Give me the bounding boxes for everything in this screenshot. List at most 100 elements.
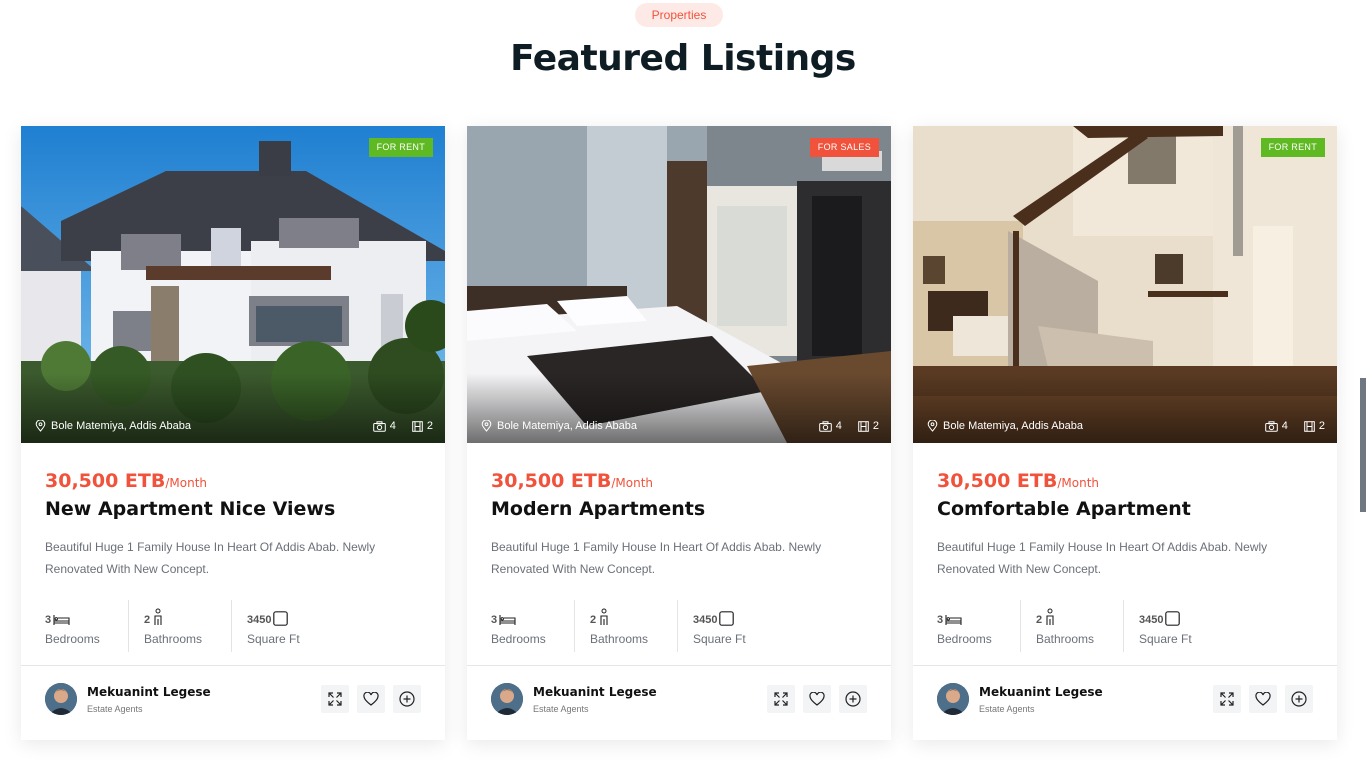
area-value: 3450 <box>693 614 718 626</box>
bathrooms-stat: 2 Bathrooms <box>144 600 232 652</box>
expand-button[interactable] <box>767 685 795 713</box>
add-button[interactable] <box>393 685 421 713</box>
favorite-button[interactable] <box>1249 685 1277 713</box>
bedrooms-stat: 3 Bedrooms <box>937 600 1021 652</box>
person-icon <box>1046 608 1054 625</box>
film-icon[interactable] <box>412 420 423 432</box>
area-value: 3450 <box>1139 614 1164 626</box>
avatar[interactable] <box>45 683 77 715</box>
card-actions <box>767 685 867 713</box>
price-period: /Month <box>611 476 654 490</box>
photo-count: 4 <box>389 420 396 432</box>
area-label: Square Ft <box>1139 632 1192 646</box>
listing-title[interactable]: Comfortable Apartment <box>937 498 1191 520</box>
agent-name[interactable]: Mekuanint Legese <box>87 685 211 699</box>
bedrooms-count: 3 <box>45 614 52 626</box>
status-badge: FOR RENT <box>368 138 433 157</box>
expand-button[interactable] <box>321 685 349 713</box>
price-amount: 30,500 ETB <box>491 470 612 492</box>
add-button[interactable] <box>839 685 867 713</box>
property-card[interactable]: FOR RENT Bole Matemiya, Addis Ababa 4 2 … <box>21 126 445 740</box>
section-title: Featured Listings <box>510 38 856 79</box>
area-label: Square Ft <box>247 632 300 646</box>
location-text: Bole Matemiya, Addis Ababa <box>51 420 192 432</box>
location-text: Bole Matemiya, Addis Ababa <box>497 420 638 432</box>
bathrooms-stat: 2 Bathrooms <box>1036 600 1124 652</box>
agent-info[interactable]: Mekuanint Legese Estate Agents <box>937 683 1103 715</box>
photo-count: 4 <box>1281 420 1288 432</box>
film-icon[interactable] <box>1304 420 1315 432</box>
area-value: 3450 <box>247 614 272 626</box>
heart-icon <box>1255 692 1271 706</box>
price-period: /Month <box>1057 476 1100 490</box>
media-counts: 4 2 <box>818 420 879 432</box>
media-counts: 4 2 <box>1264 420 1325 432</box>
person-icon <box>154 608 162 625</box>
price-amount: 30,500 ETB <box>937 470 1058 492</box>
agent-name[interactable]: Mekuanint Legese <box>979 685 1103 699</box>
listing-description: Beautiful Huge 1 Family House In Heart O… <box>937 540 1268 576</box>
bathrooms-label: Bathrooms <box>590 632 649 646</box>
area-stat: 3450 Square Ft <box>247 600 337 652</box>
card-divider <box>913 665 1337 666</box>
add-button[interactable] <box>1285 685 1313 713</box>
map-pin-icon <box>927 420 938 432</box>
bedrooms-stat: 3 Bedrooms <box>491 600 575 652</box>
price-period: /Month <box>165 476 208 490</box>
bedrooms-count: 3 <box>491 614 498 626</box>
plus-circle-icon <box>1291 691 1307 707</box>
expand-icon <box>774 692 788 706</box>
camera-icon[interactable] <box>1264 420 1278 432</box>
location: Bole Matemiya, Addis Ababa <box>35 420 191 432</box>
bedrooms-label: Bedrooms <box>937 632 992 646</box>
bed-icon <box>53 615 70 625</box>
avatar[interactable] <box>937 683 969 715</box>
property-card[interactable]: FOR RENT Bole Matemiya, Addis Ababa 4 2 … <box>913 126 1337 740</box>
listing-title[interactable]: New Apartment Nice Views <box>45 498 335 520</box>
scrollbar-thumb[interactable] <box>1360 378 1366 512</box>
card-actions <box>321 685 421 713</box>
listing-stats: 3 Bedrooms 2 Bathrooms 3450 Square Ft <box>491 600 798 652</box>
plus-circle-icon <box>845 691 861 707</box>
agent-name[interactable]: Mekuanint Legese <box>533 685 657 699</box>
listing-stats: 3 Bedrooms 2 Bathrooms 3450 Square Ft <box>937 600 1244 652</box>
camera-icon[interactable] <box>372 420 386 432</box>
bathrooms-stat: 2 Bathrooms <box>590 600 678 652</box>
bathrooms-label: Bathrooms <box>144 632 203 646</box>
agent-info[interactable]: Mekuanint Legese Estate Agents <box>491 683 657 715</box>
card-divider <box>21 665 445 666</box>
video-count: 2 <box>872 420 879 432</box>
avatar[interactable] <box>491 683 523 715</box>
listing-description: Beautiful Huge 1 Family House In Heart O… <box>491 540 822 576</box>
property-card[interactable]: FOR SALES Bole Matemiya, Addis Ababa 4 2… <box>467 126 891 740</box>
square-area-icon <box>719 611 735 626</box>
map-pin-icon <box>481 420 492 432</box>
listing-title[interactable]: Modern Apartments <box>491 498 705 520</box>
property-image[interactable]: FOR SALES Bole Matemiya, Addis Ababa 4 2 <box>467 126 891 443</box>
area-label: Square Ft <box>693 632 746 646</box>
agent-role: Estate Agents <box>533 703 589 714</box>
favorite-button[interactable] <box>357 685 385 713</box>
property-image[interactable]: FOR RENT Bole Matemiya, Addis Ababa 4 2 <box>21 126 445 443</box>
bathrooms-count: 2 <box>144 614 151 626</box>
person-icon <box>600 608 608 625</box>
favorite-button[interactable] <box>803 685 831 713</box>
status-badge: FOR RENT <box>1260 138 1325 157</box>
agent-role: Estate Agents <box>87 703 143 714</box>
square-area-icon <box>1165 611 1181 626</box>
card-actions <box>1213 685 1313 713</box>
video-count: 2 <box>1318 420 1325 432</box>
camera-icon[interactable] <box>818 420 832 432</box>
bathrooms-label: Bathrooms <box>1036 632 1095 646</box>
film-icon[interactable] <box>858 420 869 432</box>
expand-icon <box>1220 692 1234 706</box>
section-tag: Properties <box>635 3 723 27</box>
property-image[interactable]: FOR RENT Bole Matemiya, Addis Ababa 4 2 <box>913 126 1337 443</box>
location: Bole Matemiya, Addis Ababa <box>927 420 1083 432</box>
photo-count: 4 <box>835 420 842 432</box>
area-stat: 3450 Square Ft <box>1139 600 1229 652</box>
price: 30,500 ETB/Month <box>491 470 653 492</box>
expand-button[interactable] <box>1213 685 1241 713</box>
agent-info[interactable]: Mekuanint Legese Estate Agents <box>45 683 211 715</box>
area-stat: 3450 Square Ft <box>693 600 783 652</box>
